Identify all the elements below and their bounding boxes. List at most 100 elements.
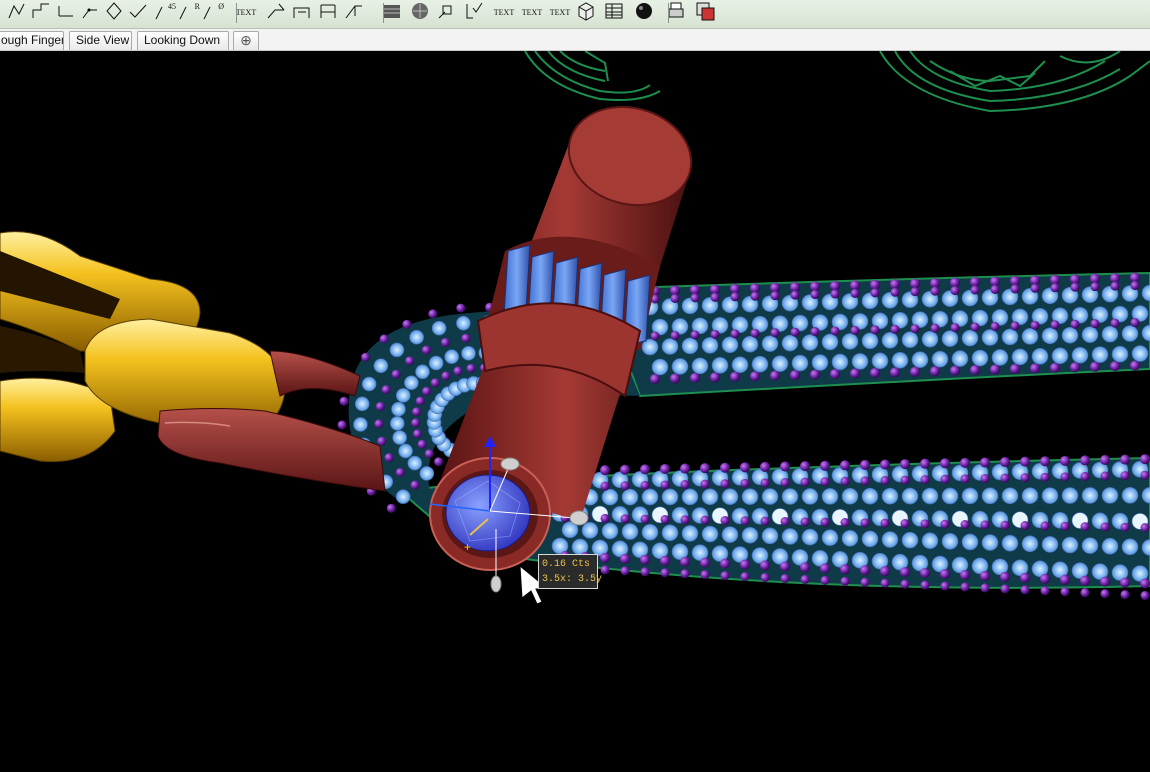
diameter-tool-button[interactable]: Ø: [200, 1, 224, 25]
prong-bead: [1090, 361, 1100, 372]
leader-tool-icon: [265, 0, 287, 27]
prong-bead: [1120, 590, 1130, 600]
prong-bead: [441, 371, 451, 381]
diamond-stone: [721, 526, 739, 543]
prong-bead: [750, 328, 760, 338]
sphere-button[interactable]: [632, 1, 656, 25]
diamond-stone: [601, 488, 619, 506]
note-tool-button[interactable]: [436, 1, 460, 25]
prong-bead: [1060, 455, 1070, 466]
check-line-tool-button[interactable]: [126, 1, 150, 25]
prong-bead: [1070, 274, 1080, 285]
diamond-stone: [911, 351, 929, 369]
pave-band-upper[interactable]: [598, 271, 1150, 398]
prong-bead: [830, 368, 840, 379]
prong-bead: [1140, 591, 1150, 601]
corner-tool-button[interactable]: [78, 1, 102, 25]
prong-bead: [850, 288, 860, 298]
prong-bead: [361, 352, 371, 362]
diamond-stone: [831, 353, 849, 371]
prong-bead: [780, 561, 790, 572]
prong-bead: [600, 481, 610, 491]
add-tab-button[interactable]: ⊕: [233, 31, 259, 50]
diamond-stone: [1091, 346, 1109, 363]
hatch-circle-tool-button[interactable]: [408, 1, 432, 25]
prong-bead: [1140, 578, 1150, 589]
diamond-stone: [891, 351, 909, 369]
diamond-stone: [751, 355, 769, 373]
prong-bead: [970, 322, 980, 332]
prong-bead: [1120, 522, 1130, 532]
prong-bead: [640, 514, 650, 524]
check-note-tool-button[interactable]: [462, 1, 486, 25]
green-wire-object-left[interactable]: [524, 51, 661, 101]
diamond-stone: [921, 532, 939, 550]
diamond-stone: [1021, 535, 1039, 553]
toolbar-button-label: TEXT: [235, 8, 257, 17]
prong-bead: [1100, 589, 1110, 599]
prong-bead: [870, 288, 880, 298]
prong-bead: [730, 329, 740, 339]
diamond-stone: [781, 334, 799, 352]
toolbar-button-label: TEXT: [521, 8, 543, 17]
diamond-stone: [353, 417, 368, 432]
polyline-steps-tool-button[interactable]: [30, 1, 54, 25]
bracket-tool-button[interactable]: [316, 1, 340, 25]
text-label-button[interactable]: TEXT: [492, 1, 516, 25]
prong-bead: [381, 385, 391, 395]
diamond-stone: [841, 333, 859, 350]
prong-bead: [720, 558, 730, 569]
prong-bead: [1110, 281, 1120, 291]
tab-looking-down[interactable]: Looking Down: [137, 31, 229, 50]
viewport-scene[interactable]: +: [0, 51, 1150, 772]
cube-button[interactable]: [574, 1, 598, 25]
prong-bead: [1000, 571, 1010, 582]
prong-bead: [990, 284, 1000, 294]
diamond-stone: [991, 349, 1009, 366]
diamond-stone: [1061, 326, 1079, 344]
plus-icon: ⊕: [240, 32, 252, 48]
diamond-stone: [398, 443, 413, 459]
toolbar-separator: [236, 3, 237, 23]
diamond-stone: [409, 329, 424, 345]
polyline-tool-icon: [7, 0, 29, 27]
prong-bead: [880, 475, 890, 485]
diamond-stone: [1001, 534, 1019, 552]
prong-bead: [820, 460, 830, 471]
prong-bead: [800, 461, 810, 472]
green-wire-object-right[interactable]: [879, 51, 1150, 113]
polyline-tool-button[interactable]: [6, 1, 30, 25]
table-button[interactable]: [602, 1, 626, 25]
arrow-dimension-tool-button[interactable]: [342, 1, 366, 25]
diamond-stone: [581, 522, 599, 539]
3d-viewport[interactable]: + 0.16 Cts 3.5x: 3.5y: [0, 51, 1150, 772]
tab-through-finger[interactable]: ough Finger: [0, 31, 64, 50]
text-tool-button[interactable]: TEXT: [234, 1, 258, 25]
diamond-stone: [941, 487, 959, 505]
diamond-stone: [1021, 328, 1039, 345]
tab-side-view[interactable]: Side View: [69, 31, 132, 50]
text-italic-button[interactable]: TEXT: [520, 1, 544, 25]
radius-tool-button[interactable]: R: [176, 1, 200, 25]
text-stacked-button[interactable]: TEXT: [548, 1, 572, 25]
diamond-stone: [1031, 348, 1049, 365]
prong-bead: [391, 369, 401, 379]
dimension-tool-button[interactable]: [290, 1, 314, 25]
prong-bead: [1080, 471, 1090, 481]
line-tool-button[interactable]: [54, 1, 78, 25]
diamond-stone: [971, 349, 989, 367]
leader-tool-button[interactable]: [264, 1, 288, 25]
angle-45-tool-button[interactable]: 45: [152, 1, 176, 25]
prong-bead: [920, 458, 930, 469]
prong-bead: [980, 520, 990, 530]
prong-bead: [700, 570, 710, 580]
diamond-stone: [881, 487, 899, 505]
diamond-stone: [781, 488, 799, 505]
render-window-button[interactable]: [693, 1, 717, 25]
diamond-stone: [741, 488, 759, 505]
prong-bead: [700, 479, 710, 489]
diamond-stone: [691, 357, 709, 375]
diamond-stone: [981, 534, 999, 551]
diamond-tool-button[interactable]: [102, 1, 126, 25]
prong-bead: [430, 378, 440, 388]
